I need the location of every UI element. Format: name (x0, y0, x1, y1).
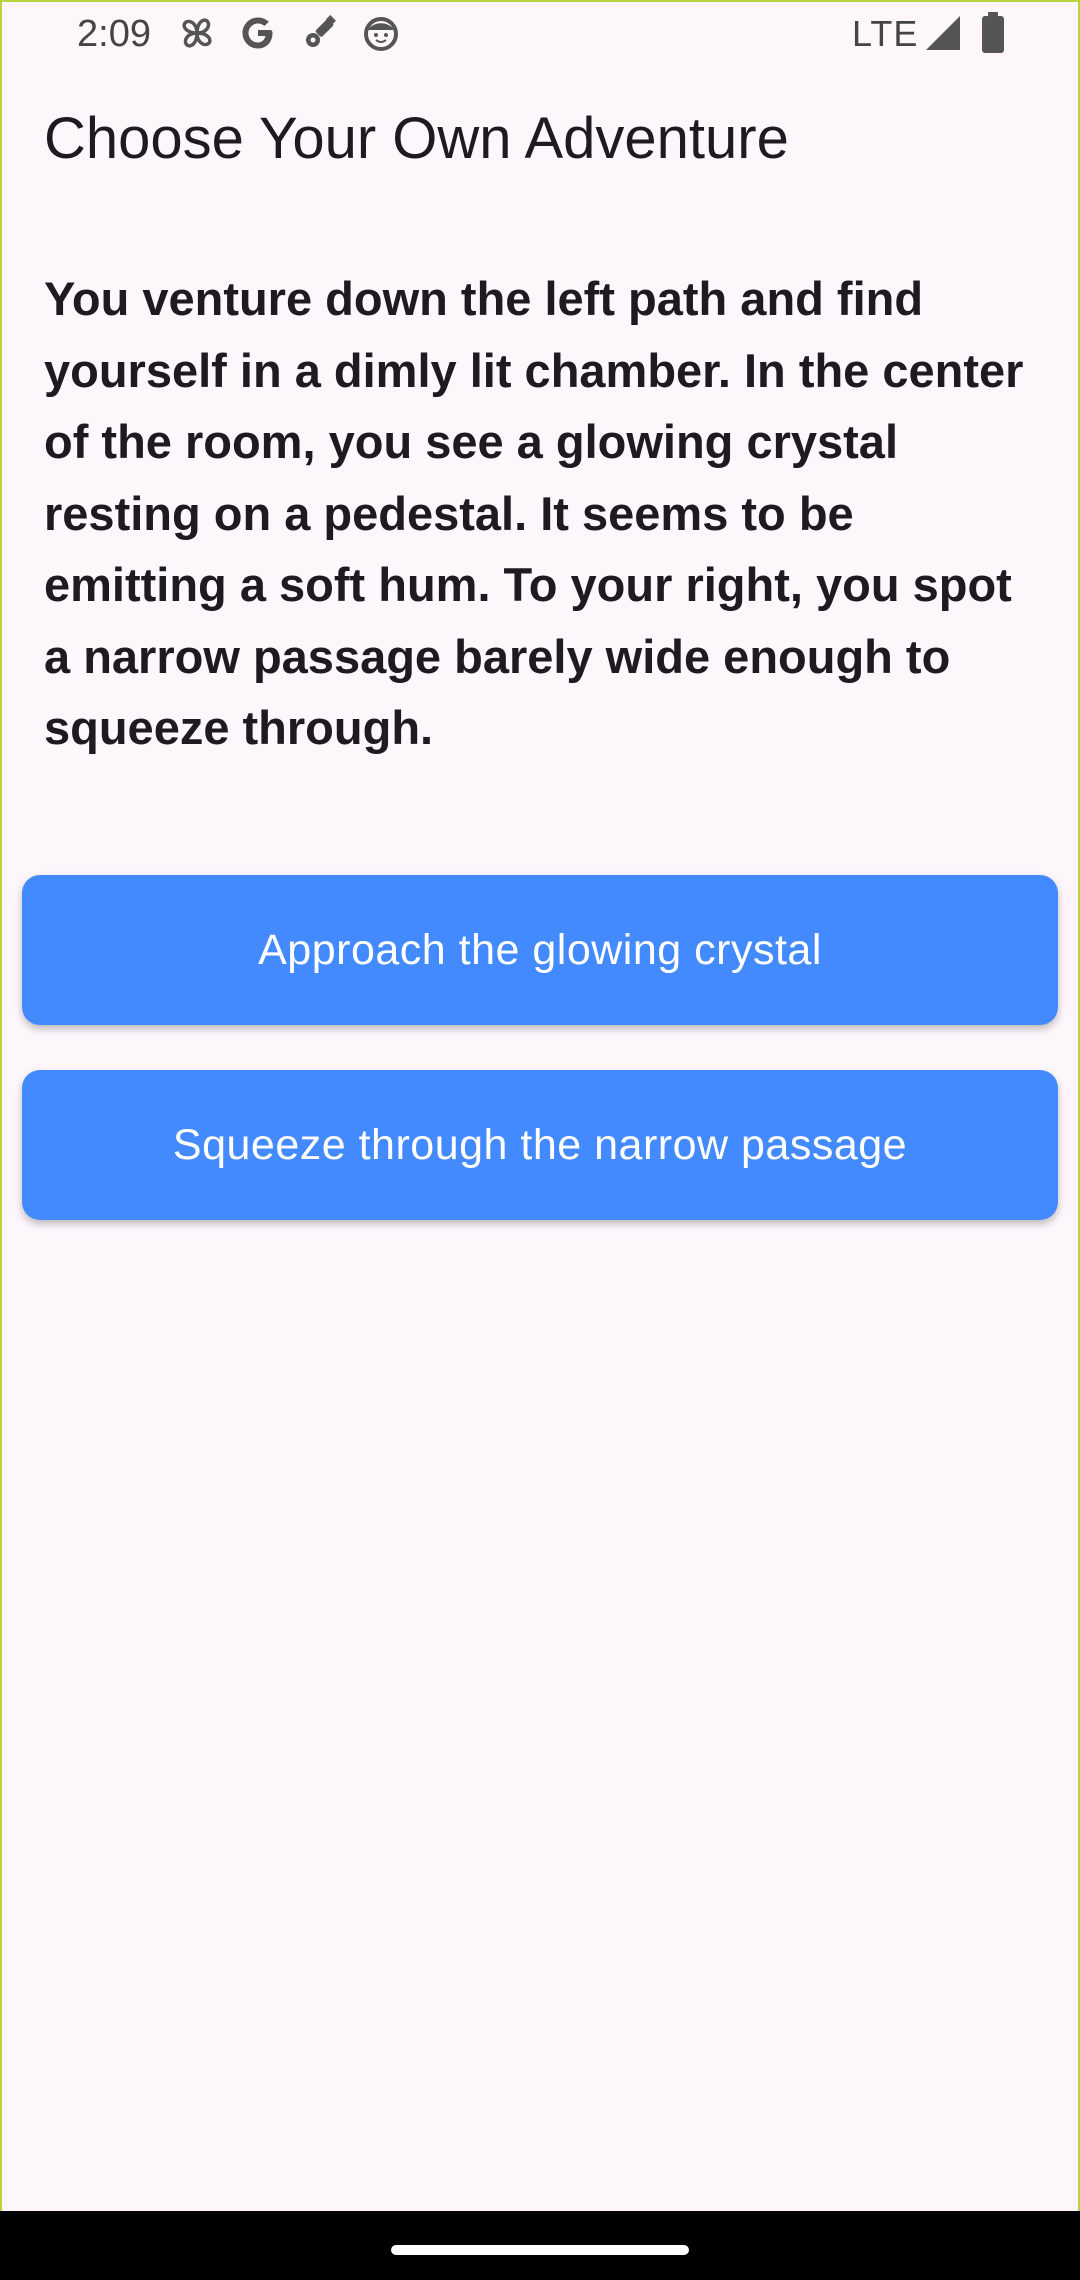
choice-button-approach-crystal[interactable]: Approach the glowing crystal (22, 875, 1058, 1025)
story-text: You venture down the left path and find … (44, 272, 1024, 754)
face-icon (364, 17, 398, 51)
choice-button-label: Approach the glowing crystal (258, 925, 822, 974)
status-bar: 2:09 LTE (0, 0, 1080, 70)
satellite-icon (306, 15, 336, 47)
signal-icon (926, 16, 960, 50)
status-time: 2:09 (77, 13, 151, 55)
home-gesture-handle[interactable] (391, 2245, 689, 2255)
battery-icon (982, 12, 1004, 53)
pinwheel-icon (182, 18, 212, 48)
network-type-label: LTE (852, 13, 919, 54)
navigation-bar (0, 2211, 1080, 2280)
choice-button-label: Squeeze through the narrow passage (172, 1120, 908, 1169)
choice-button-squeeze-passage[interactable]: Squeeze through the narrow passage (22, 1070, 1058, 1220)
google-icon (242, 17, 273, 49)
page-title: Choose Your Own Adventure (44, 106, 789, 171)
